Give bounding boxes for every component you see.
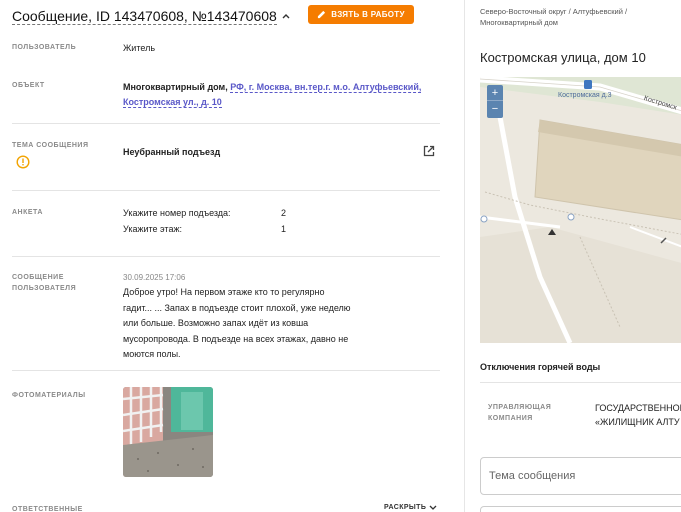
chevron-up-icon[interactable] bbox=[281, 11, 291, 21]
topic-input-placeholder: Тема сообщения bbox=[489, 470, 576, 482]
object-value: Многоквартирный дом, РФ, г. Москва, вн.т… bbox=[123, 80, 423, 110]
open-in-new-icon[interactable] bbox=[423, 145, 435, 157]
object-address-link-2[interactable]: Костромская ул., д. 10 bbox=[123, 97, 222, 108]
breadcrumb-line[interactable]: Северо-Восточный округ / Алтуфьевский / bbox=[480, 6, 676, 17]
expand-button[interactable]: РАСКРЫТЬ bbox=[384, 504, 437, 511]
chevron-down-icon bbox=[429, 505, 437, 510]
message-label-line: СООБЩЕНИЕ bbox=[12, 274, 64, 281]
map-canvas bbox=[480, 77, 681, 343]
divider bbox=[12, 256, 440, 257]
topic-input[interactable]: Тема сообщения bbox=[480, 457, 681, 495]
management-company-line: ГОСУДАРСТВЕННОЕ bbox=[595, 403, 681, 413]
responsible-label: ОТВЕТСТВЕННЫЕ bbox=[12, 506, 83, 512]
take-to-work-button[interactable]: ВЗЯТЬ В РАБОТУ bbox=[308, 5, 414, 24]
divider bbox=[12, 370, 440, 371]
survey-answer: 2 bbox=[281, 208, 287, 218]
photos-label: ФОТОМАТЕРИАЛЫ bbox=[12, 392, 86, 399]
survey-question: Укажите номер подъезда: bbox=[123, 208, 231, 218]
message-line: моются полы. bbox=[123, 349, 181, 359]
map-zoom-control: + − bbox=[487, 85, 503, 118]
message-text: Доброе утро! На первом этаже кто то регу… bbox=[123, 285, 363, 363]
message-panel: Сообщение, ID 143470608, №143470608 ВЗЯТ… bbox=[0, 0, 464, 512]
take-to-work-label: ВЗЯТЬ В РАБОТУ bbox=[331, 10, 405, 19]
warning-icon bbox=[16, 155, 30, 169]
survey-label: АНКЕТА bbox=[12, 209, 43, 216]
object-label: ОБЪЕКТ bbox=[12, 82, 45, 89]
user-label: ПОЛЬЗОВАТЕЛЬ bbox=[12, 44, 77, 51]
hot-water-outages[interactable]: Отключения горячей воды bbox=[480, 362, 600, 372]
object-address-link[interactable]: РФ, г. Москва, вн.тер.г. м.о. Алтуфьевск… bbox=[230, 82, 422, 93]
object-type: Многоквартирный дом, bbox=[123, 82, 228, 92]
message-line: гадит... ... Запах в подъезде стоит плох… bbox=[123, 302, 351, 313]
map-label-house: Костромская д.3 bbox=[558, 92, 612, 99]
expand-label: РАСКРЫТЬ bbox=[384, 504, 427, 511]
message-label-line: ПОЛЬЗОВАТЕЛЯ bbox=[12, 285, 77, 292]
message-header: Сообщение, ID 143470608, №143470608 bbox=[12, 6, 291, 26]
photo-thumbnail[interactable] bbox=[123, 387, 213, 477]
zoom-out-button[interactable]: − bbox=[487, 101, 503, 117]
breadcrumb: Северо-Восточный округ / Алтуфьевский / … bbox=[480, 6, 676, 28]
message-title[interactable]: Сообщение, ID 143470608, №143470608 bbox=[12, 8, 277, 25]
zoom-in-button[interactable]: + bbox=[487, 85, 503, 101]
message-label: СООБЩЕНИЕ ПОЛЬЗОВАТЕЛЯ bbox=[12, 272, 76, 294]
management-company-line: «ЖИЛИЩНИК АЛТУ bbox=[595, 417, 680, 427]
management-company-value: ГОСУДАРСТВЕННОЕ «ЖИЛИЩНИК АЛТУ bbox=[595, 401, 681, 429]
message-line: или больше. Возможно запах идёт из ковша bbox=[123, 318, 309, 328]
message-line: мусоропровода. В подъезде на всех этажах… bbox=[123, 333, 349, 344]
message-date: 30.09.2025 17:06 bbox=[123, 273, 186, 282]
divider bbox=[12, 190, 440, 191]
survey-answer: 1 bbox=[281, 224, 287, 234]
breadcrumb-line[interactable]: Многоквартирный дом bbox=[480, 17, 676, 28]
object-panel: Северо-Восточный округ / Алтуфьевский / … bbox=[465, 0, 681, 512]
divider bbox=[480, 382, 681, 383]
topic-label: ТЕМА СООБЩЕНИЯ bbox=[12, 142, 89, 149]
pencil-icon bbox=[318, 10, 326, 19]
message-input[interactable] bbox=[480, 506, 681, 512]
survey-question: Укажите этаж: bbox=[123, 224, 182, 234]
message-line: Доброе утро! На первом этаже кто то регу… bbox=[123, 287, 325, 297]
topic-value: Неубранный подъезд bbox=[123, 147, 221, 157]
divider bbox=[12, 123, 440, 124]
user-value: Житель bbox=[123, 43, 156, 53]
management-company-label: УПРАВЛЯЮЩАЯ КОМПАНИЯ bbox=[488, 404, 552, 422]
object-address-title: Костромская улица, дом 10 bbox=[480, 50, 646, 65]
map[interactable]: + − Костромская д.3 Костромск bbox=[480, 77, 681, 343]
